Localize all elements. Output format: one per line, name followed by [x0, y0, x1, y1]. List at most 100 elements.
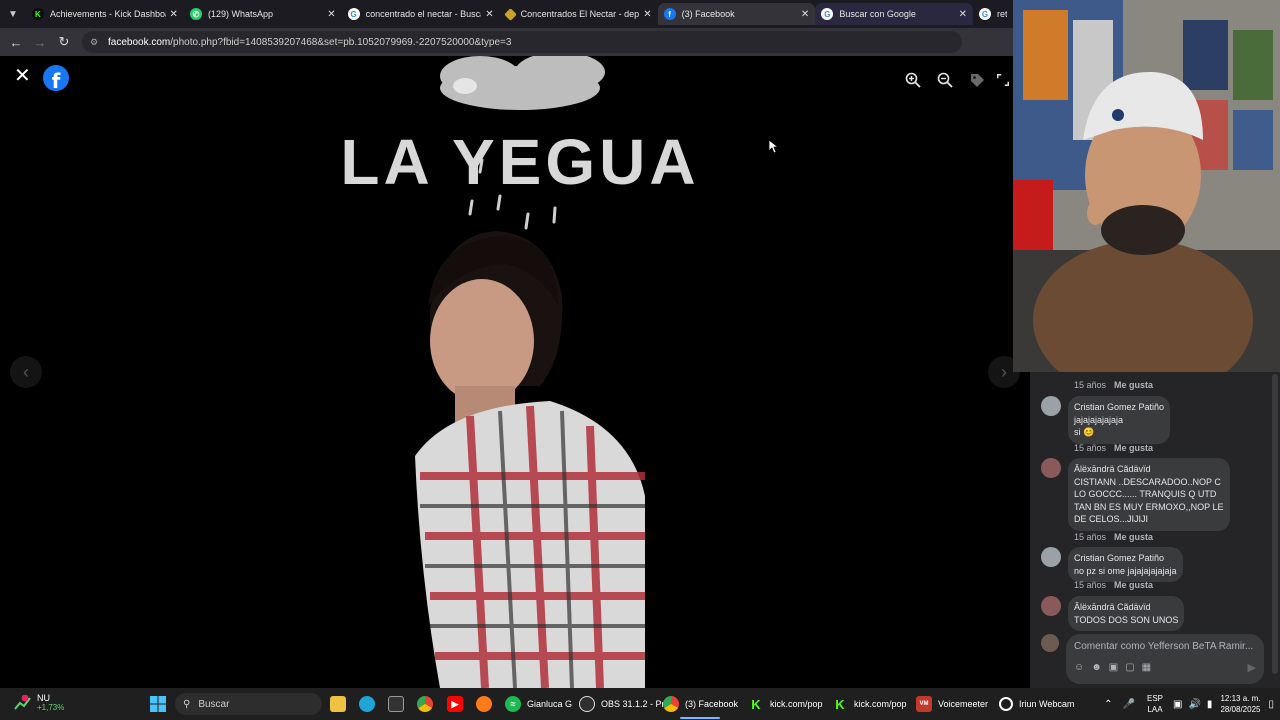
comment-author[interactable]: Ălëxāndrä Cãdävïd [1074, 601, 1178, 614]
photo-image: LA YEGUA [300, 56, 740, 688]
comment-composer[interactable]: Comentar como Yefferson BeTA Ramir... ☺ … [1066, 634, 1264, 684]
comment-text: DE CELOS...JIJIJI [1074, 514, 1149, 524]
like-link[interactable]: Me gusta [1114, 380, 1153, 390]
mouse-cursor-icon [769, 140, 779, 154]
taskbar-search[interactable]: ⚲ Buscar [175, 693, 322, 715]
browser-tab-strip: ▼ K Achievements - Kick Dashboard ✕ ✆ (1… [0, 0, 1013, 28]
like-link[interactable]: Me gusta [1114, 580, 1153, 590]
url-path: /photo.php?fbid=1408539207468&set=pb.105… [170, 36, 512, 48]
windows-logo-icon [150, 696, 166, 712]
tab-retri[interactable]: G retri [973, 3, 1013, 25]
taskbar-app-obs[interactable]: OBS 31.1.2 - Pr [579, 692, 665, 716]
comment-text: TAN BN ES MUY ERMOXO,,NOP LE [1074, 501, 1224, 512]
youtube-icon: ▶ [447, 696, 463, 712]
taskbar-app-kick-2[interactable]: K kick.com/pop [832, 692, 906, 716]
tag-icon[interactable] [965, 68, 989, 92]
avatar[interactable] [1041, 596, 1061, 616]
back-arrow-icon[interactable]: ← [4, 30, 28, 54]
youtube-button[interactable]: ▶ [447, 692, 463, 716]
zoom-out-icon[interactable] [933, 68, 957, 92]
send-icon[interactable]: ▶ [1248, 661, 1256, 674]
like-link[interactable]: Me gusta [1114, 532, 1153, 542]
battery-icon[interactable]: ▮ [1207, 699, 1213, 710]
taskbar-app-kick-1[interactable]: K kick.com/pop [748, 692, 822, 716]
comment-bubble: Ălëxāndrä Cãdävïd TODOS DOS SON UNOS [1068, 596, 1185, 631]
taskbar-app-facebook[interactable]: (3) Facebook [663, 692, 738, 716]
tab-facebook[interactable]: f (3) Facebook ✕ [657, 3, 816, 25]
taskbar-app-voicemeeter[interactable]: VM Voicemeeter [916, 692, 988, 716]
comment-bubble: Cristian Gomez Patiño jajajajajajaja si … [1068, 396, 1171, 444]
notifications-icon[interactable]: ▯ [1268, 699, 1274, 710]
avatar[interactable] [1041, 458, 1061, 478]
comment-text: no pz si ome jajajajajajaja [1074, 565, 1177, 576]
taskbar-app-spotify[interactable]: ≈ Gianluca G [505, 692, 572, 716]
kick-icon: K [31, 8, 44, 20]
zoom-in-icon[interactable] [901, 68, 925, 92]
comments-panel: 15 años Me gusta Cristian Gomez Patiño ja… [1030, 372, 1280, 688]
comment-text: si 😊 [1074, 427, 1095, 437]
tray-overflow-chevron-icon[interactable]: ⌃ [1104, 699, 1112, 710]
previous-photo-button[interactable]: ‹ [10, 356, 42, 388]
composer-tools: ☺ ☻ ▣ ▢ ▦ [1074, 662, 1151, 673]
comment-input[interactable]: Comentar como Yefferson BeTA Ramir... [1074, 641, 1253, 652]
camera-icon[interactable]: ▣ [1109, 662, 1118, 673]
volume-icon[interactable]: 🔊 [1188, 699, 1200, 710]
webcam-overlay [1013, 0, 1280, 372]
close-tab-icon[interactable]: ✕ [327, 9, 335, 20]
google-icon: G [347, 8, 360, 20]
edge-button[interactable] [359, 692, 375, 716]
close-tab-icon[interactable]: ✕ [801, 9, 809, 20]
tab-search-chevron-icon[interactable]: ▼ [0, 0, 26, 28]
close-tab-icon[interactable]: ✕ [643, 9, 651, 20]
network-icon[interactable]: ▣ [1173, 699, 1182, 710]
reload-icon[interactable]: ↻ [52, 30, 76, 54]
gif-icon[interactable]: ▢ [1125, 662, 1134, 673]
comments-scrollbar[interactable] [1272, 374, 1278, 674]
chrome-icon [663, 696, 679, 712]
comment-text: jajajajajajaja [1074, 414, 1124, 425]
emoji-icon[interactable]: ☻ [1091, 662, 1102, 673]
obs-icon [579, 696, 595, 712]
comment-text: LO GOCCC...... TRANQUIS Q UTD [1074, 489, 1217, 499]
tab-whatsapp[interactable]: ✆ (129) WhatsApp ✕ [184, 3, 342, 25]
tab-google-search-nectar[interactable]: G concentrado el nectar - Buscar ✕ [342, 3, 500, 25]
avatar[interactable] [1041, 547, 1061, 567]
like-link[interactable]: Me gusta [1114, 443, 1153, 453]
store-button[interactable] [388, 692, 404, 716]
system-tray: ⌃ 🎤 ESP LAA ▣ 🔊 ▮ 12:13 a. m. 28/08/2025… [1104, 688, 1280, 720]
comment-author[interactable]: Ălëxāndrä Cãdävïd [1074, 463, 1224, 476]
start-button[interactable] [150, 692, 166, 716]
close-tab-icon[interactable]: ✕ [170, 9, 178, 20]
microphone-icon[interactable]: 🎤 [1123, 699, 1135, 710]
comment-author[interactable]: Cristian Gomez Patiño [1074, 401, 1164, 414]
close-tab-icon[interactable]: ✕ [959, 9, 967, 20]
file-explorer-button[interactable] [330, 692, 346, 716]
address-bar[interactable]: ⚙ facebook.com /photo.php?fbid=140853920… [82, 31, 962, 53]
nectar-icon [503, 7, 517, 21]
active-app-indicator [680, 717, 720, 719]
comment-author[interactable]: Cristian Gomez Patiño [1074, 552, 1177, 565]
forward-arrow-icon[interactable]: → [28, 30, 52, 54]
firefox-button[interactable] [476, 692, 492, 716]
taskbar-app-iriun[interactable]: Iriun Webcam [999, 692, 1074, 716]
avatar-sticker-icon[interactable]: ☺ [1074, 662, 1084, 673]
comment-bubble: Cristian Gomez Patiño no pz si ome jajaj… [1068, 547, 1183, 582]
close-tab-icon[interactable]: ✕ [485, 9, 493, 20]
spotify-icon: ≈ [505, 696, 521, 712]
tab-kick-dashboard[interactable]: K Achievements - Kick Dashboard ✕ [26, 3, 184, 25]
widgets-button[interactable]: NU +1,73% [14, 693, 64, 712]
fullscreen-icon[interactable] [996, 68, 1010, 92]
language-indicator[interactable]: ESP LAA [1147, 693, 1163, 715]
current-user-avatar[interactable] [1041, 634, 1059, 652]
close-icon[interactable]: ✕ [14, 66, 31, 86]
avatar[interactable] [1041, 396, 1061, 416]
chrome-button[interactable] [417, 692, 433, 716]
site-info-icon[interactable]: ⚙ [90, 37, 100, 47]
tab-concentrados-nectar[interactable]: Concentrados El Nectar - depo ✕ [500, 3, 658, 25]
sticker-icon[interactable]: ▦ [1142, 662, 1151, 673]
facebook-logo-icon[interactable]: f [43, 65, 69, 91]
google-icon: G [821, 8, 834, 20]
comment-text: TODOS DOS SON UNOS [1074, 614, 1179, 625]
tab-buscar-google[interactable]: G Buscar con Google ✕ [815, 3, 973, 25]
clock[interactable]: 12:13 a. m. 28/08/2025 [1220, 693, 1260, 715]
